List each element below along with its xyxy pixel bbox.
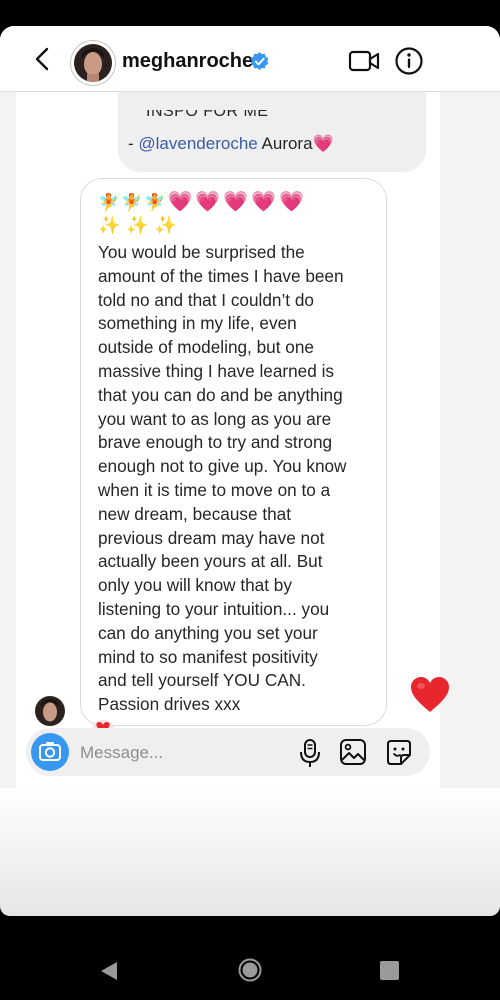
- message-line: actually been yours at all. But: [98, 551, 323, 572]
- message-line: brave enough to try and strong: [98, 432, 333, 453]
- fairy-emojis: 🧚🧚🧚: [98, 193, 168, 212]
- message-line: amount of the times I have been: [98, 265, 344, 286]
- message-input[interactable]: [80, 740, 280, 766]
- status-bar: [0, 0, 500, 26]
- sender-avatar[interactable]: [35, 696, 65, 726]
- nav-home-icon[interactable]: [238, 958, 262, 982]
- heart-icon[interactable]: [410, 676, 450, 714]
- profile-photo: [74, 44, 112, 82]
- nav-back-icon[interactable]: [98, 960, 120, 982]
- message-line: you want to as long as you are: [98, 408, 332, 429]
- message-line: only you will know that by: [98, 575, 292, 596]
- nav-recents-icon[interactable]: [380, 961, 399, 980]
- emoji-line-2: ✨✨✨: [98, 215, 184, 235]
- message-line: mind to so manifest positivity: [98, 646, 318, 667]
- camera-icon[interactable]: [31, 733, 69, 771]
- verified-badge-icon: [250, 52, 269, 71]
- previous-message-top-fragment: INSPO FOR ME: [146, 110, 269, 120]
- heart-emojis: 💗💗💗💗💗: [167, 191, 308, 213]
- avatar[interactable]: [70, 40, 116, 86]
- message-line: Passion drives xxx: [98, 694, 241, 715]
- message-line: that you can do and be anything: [98, 384, 343, 405]
- dm-screenshot-card: INSPO FOR ME - @lavenderoche Aurora💗 meg…: [0, 26, 500, 916]
- previous-message-bubble: [118, 80, 426, 172]
- chat-username[interactable]: meghanroche: [122, 50, 253, 73]
- message-line: and tell yourself YOU CAN.: [98, 670, 306, 691]
- chevron-left-icon[interactable]: [30, 46, 56, 72]
- left-frame: [0, 92, 16, 788]
- message-line: new dream, because that: [98, 503, 291, 524]
- info-icon[interactable]: [394, 46, 424, 76]
- message-line: can do anything you set your: [98, 622, 318, 643]
- gallery-icon[interactable]: [339, 738, 367, 766]
- message-line: outside of modeling, but one: [98, 337, 314, 358]
- message-line: previous dream may have not: [98, 527, 325, 548]
- emoji-line-1: 🧚🧚🧚💗💗💗💗💗: [98, 189, 307, 214]
- video-call-icon[interactable]: [348, 48, 380, 74]
- message-line: You would be surprised the: [98, 242, 305, 262]
- message-line: told no and that I couldn’t do: [98, 289, 314, 310]
- message-line: something in my life, even: [98, 313, 297, 334]
- message-text: You would be surprised the amount of the…: [98, 241, 380, 717]
- message-line: when it is time to move on to a: [98, 479, 331, 500]
- message-line: enough not to give up. You know: [98, 456, 347, 477]
- chat-header: meghanroche: [0, 26, 500, 92]
- microphone-icon[interactable]: [298, 738, 322, 768]
- previous-message-line: - @lavenderoche Aurora💗: [128, 134, 334, 153]
- mention-link[interactable]: @lavenderoche: [138, 134, 257, 153]
- sticker-icon[interactable]: [384, 738, 414, 768]
- message-line: massive thing I have learned is: [98, 360, 334, 381]
- message-line: listening to your intuition... you: [98, 598, 330, 619]
